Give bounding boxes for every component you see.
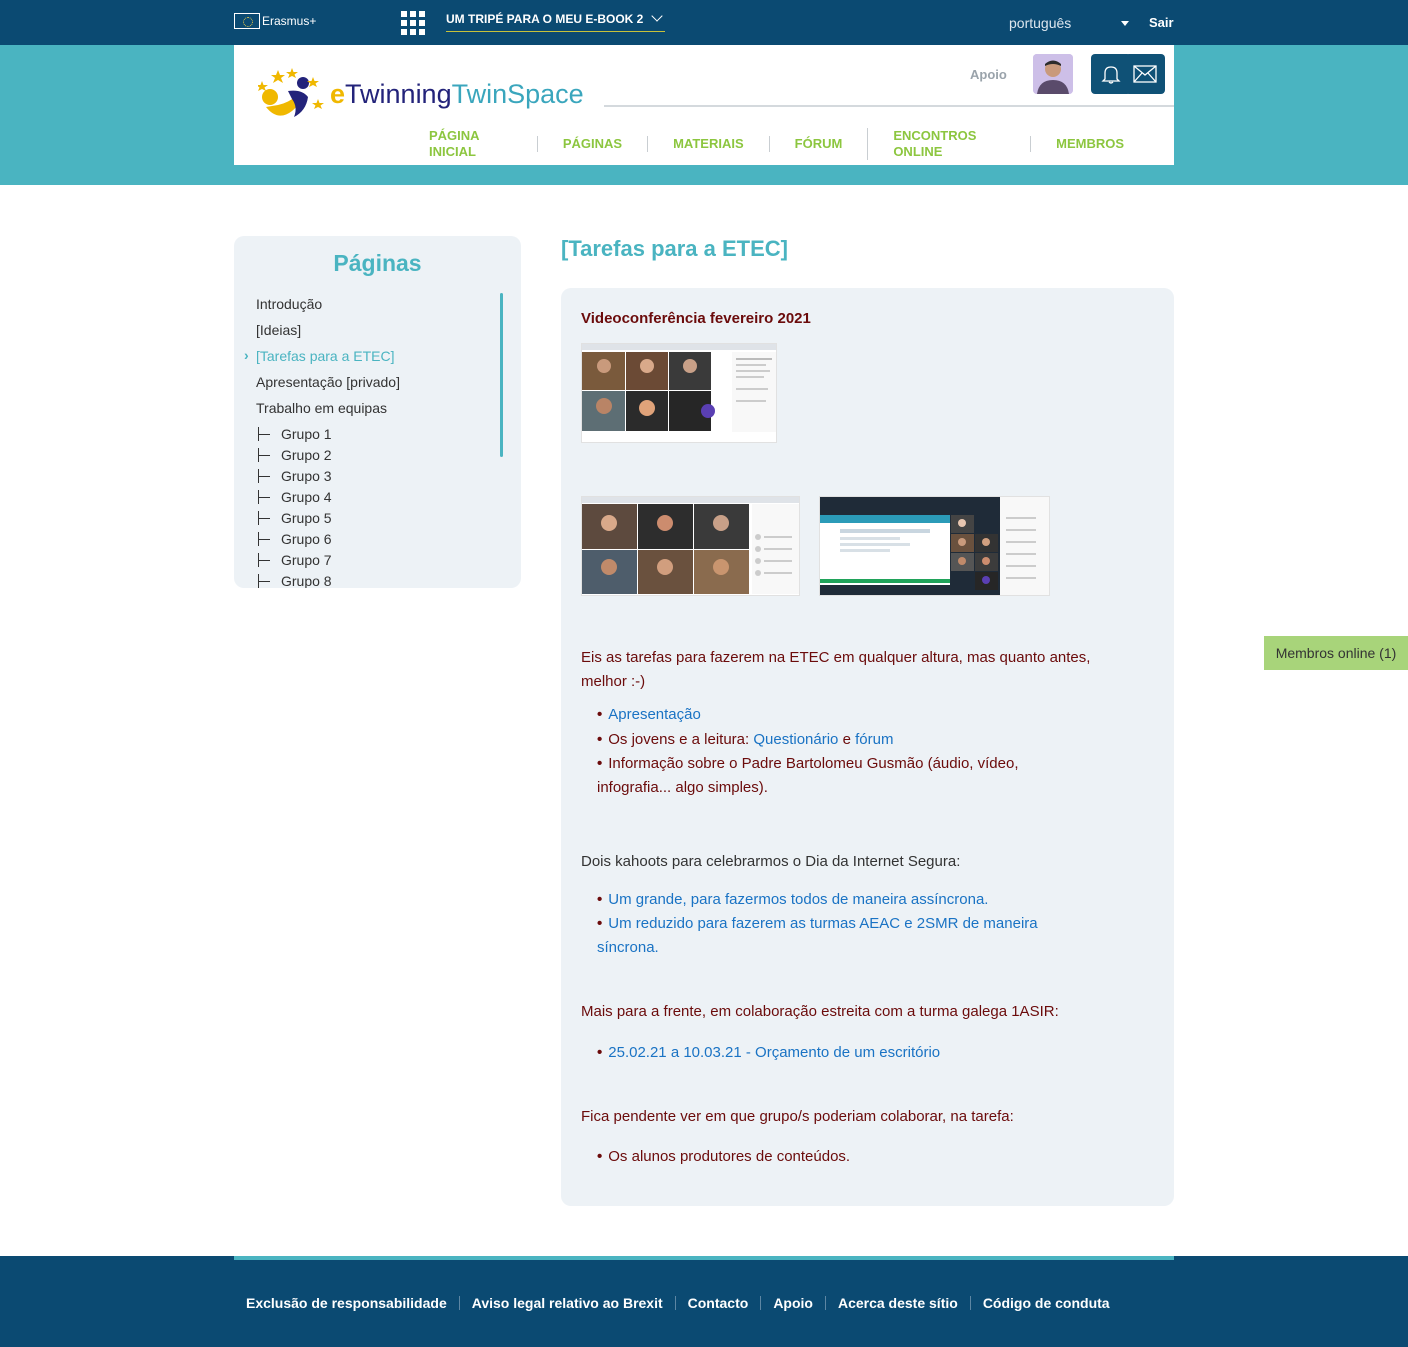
user-avatar[interactable] [1033, 54, 1073, 94]
chevron-down-icon [651, 10, 664, 22]
page-title: [Tarefas para a ETEC] [561, 236, 789, 261]
pages-sidebar: Páginas Introdução [Ideias] › [Tarefas p… [234, 236, 521, 588]
sidebar-scrollbar[interactable] [500, 293, 503, 457]
sidebar-item-grupo-3[interactable]: Grupo 3 [258, 468, 332, 484]
sidebar-item-tarefas[interactable]: [Tarefas para a ETEC] [256, 348, 395, 364]
sidebar-item-grupo-8[interactable]: Grupo 8 [258, 573, 332, 588]
tree-branch-icon [258, 574, 272, 588]
logout-link[interactable]: Sair [1149, 15, 1174, 30]
chevron-right-icon: › [244, 347, 249, 363]
collab-link[interactable]: 25.02.21 a 10.03.21 - Orçamento de um es… [608, 1044, 940, 1061]
language-select[interactable]: português [1009, 15, 1071, 31]
nav-members[interactable]: MEMBROS [1030, 136, 1149, 152]
tree-branch-icon [258, 532, 272, 546]
messages-button[interactable] [1125, 54, 1165, 94]
sidebar-item-grupo-1[interactable]: Grupo 1 [258, 426, 332, 442]
tree-branch-icon [258, 490, 272, 504]
task-link-apresentacao[interactable]: Apresentação [608, 706, 701, 723]
videoconference-image-2[interactable] [581, 496, 800, 596]
intro-paragraph: Eis as tarefas para fazerem na ETEC em q… [581, 649, 1091, 690]
footer-link-brexit[interactable]: Aviso legal relativo ao Brexit [458, 1296, 675, 1310]
kahoot-link-2[interactable]: Um reduzido para fazerem as turmas AEAC … [608, 915, 1037, 932]
tree-branch-icon [258, 469, 272, 483]
kahoot-intro: Dois kahoots para celebrarmos o Dia da I… [581, 853, 961, 870]
support-link[interactable]: Apoio [970, 67, 1007, 82]
footer-link-contact[interactable]: Contacto [674, 1296, 761, 1310]
caret-down-icon[interactable] [1121, 21, 1129, 26]
sidebar-item-grupo-5[interactable]: Grupo 5 [258, 510, 332, 526]
footer-divider [234, 1256, 1174, 1260]
videoconference-image-3[interactable] [819, 496, 1050, 596]
bullet-icon: • [597, 1044, 603, 1061]
bullet-icon: • [597, 1148, 603, 1165]
bullet-icon: • [597, 706, 603, 723]
online-members-button[interactable]: Membros online (1) [1264, 636, 1408, 670]
site-header: eTwinningTwinSpace Apoio PÁGINA INICIAL … [234, 45, 1174, 165]
tree-branch-icon [258, 448, 272, 462]
sidebar-item-ideias[interactable]: [Ideias] [256, 322, 301, 338]
sidebar-item-apresentacao[interactable]: Apresentação [privado] [256, 374, 400, 390]
task-item-1: • Apresentação [597, 703, 701, 727]
videoconference-image-1[interactable] [581, 343, 777, 443]
sidebar-item-grupo-2[interactable]: Grupo 2 [258, 447, 332, 463]
nav-pages[interactable]: PÁGINAS [536, 136, 647, 152]
task-link-questionario[interactable]: Questionário [753, 731, 838, 748]
footer-link-code-of-conduct[interactable]: Código de conduta [969, 1296, 1122, 1310]
collab-item: • 25.02.21 a 10.03.21 - Orçamento de um e… [597, 1041, 940, 1065]
etwinning-figures-icon [256, 68, 324, 117]
apps-grid-icon[interactable] [401, 11, 425, 35]
kahoot-item-2: • Um reduzido para fazerem as turmas AEAC… [597, 915, 1038, 956]
sidebar-title: Páginas [333, 250, 422, 276]
logo-text: eTwinningTwinSpace [330, 79, 584, 109]
nav-home[interactable]: PÁGINA INICIAL [404, 128, 537, 160]
envelope-icon [1133, 65, 1157, 83]
kahoot-item-1: • Um grande, para fazermos todos de manei… [597, 888, 988, 912]
bullet-icon: • [597, 755, 603, 772]
task-link-forum[interactable]: fórum [855, 731, 893, 748]
sidebar-item-grupo-4[interactable]: Grupo 4 [258, 489, 332, 505]
erasmus-label: Erasmus+ [262, 14, 317, 28]
pending-item: • Os alunos produtores de conteúdos. [597, 1148, 851, 1165]
content-card: Videoconferência fevereiro 2021 Eis as t… [561, 288, 1174, 1206]
erasmus-logo[interactable]: Erasmus+ [234, 13, 316, 29]
footer-link-about[interactable]: Acerca deste sítio [824, 1296, 970, 1310]
sidebar-item-grupo-6[interactable]: Grupo 6 [258, 531, 332, 547]
nav-materials[interactable]: MATERIAIS [647, 136, 769, 152]
footer-links: Exclusão de responsabilidade Aviso legal… [234, 1296, 1122, 1310]
bullet-icon: • [597, 891, 603, 908]
eu-flag-icon [234, 13, 260, 29]
footer-link-support[interactable]: Apoio [760, 1296, 825, 1310]
task-item-2: • Os jovens e a leitura: Questionário e f… [597, 731, 894, 748]
sidebar-item-introducao[interactable]: Introdução [256, 296, 322, 312]
site-footer: Exclusão de responsabilidade Aviso legal… [0, 1256, 1408, 1347]
project-title: UM TRIPÉ PARA O MEU E-BOOK 2 [446, 12, 644, 26]
video-heading: Videoconferência fevereiro 2021 [581, 310, 811, 327]
nav-forum[interactable]: FÓRUM [768, 136, 868, 152]
project-selector[interactable]: UM TRIPÉ PARA O MEU E-BOOK 2 [446, 10, 666, 32]
main-nav: PÁGINA INICIAL PÁGINAS MATERIAIS FÓRUM E… [404, 128, 1174, 160]
nav-online-meetings[interactable]: ENCONTROS ONLINE [867, 128, 1030, 160]
bullet-icon: • [597, 731, 603, 748]
kahoot-link-1[interactable]: Um grande, para fazermos todos de maneir… [608, 891, 988, 908]
header-divider [604, 105, 1174, 107]
tree-branch-icon [258, 511, 272, 525]
top-bar: Erasmus+ UM TRIPÉ PARA O MEU E-BOOK 2 po… [0, 0, 1408, 45]
sidebar-item-trabalho[interactable]: Trabalho em equipas [256, 400, 387, 416]
etwinning-logo[interactable]: eTwinningTwinSpace [256, 67, 584, 127]
collab-intro: Mais para a frente, em colaboração estre… [581, 1003, 1059, 1020]
bell-icon [1101, 66, 1121, 84]
pending-intro: Fica pendente ver em que grupo/s poderia… [581, 1108, 1014, 1125]
task-item-3: • Informação sobre o Padre Bartolomeu Gus… [597, 755, 1019, 796]
tree-branch-icon [258, 553, 272, 567]
tree-branch-icon [258, 427, 272, 441]
sidebar-item-grupo-7[interactable]: Grupo 7 [258, 552, 332, 568]
footer-link-disclaimer[interactable]: Exclusão de responsabilidade [234, 1296, 459, 1310]
bullet-icon: • [597, 915, 603, 932]
